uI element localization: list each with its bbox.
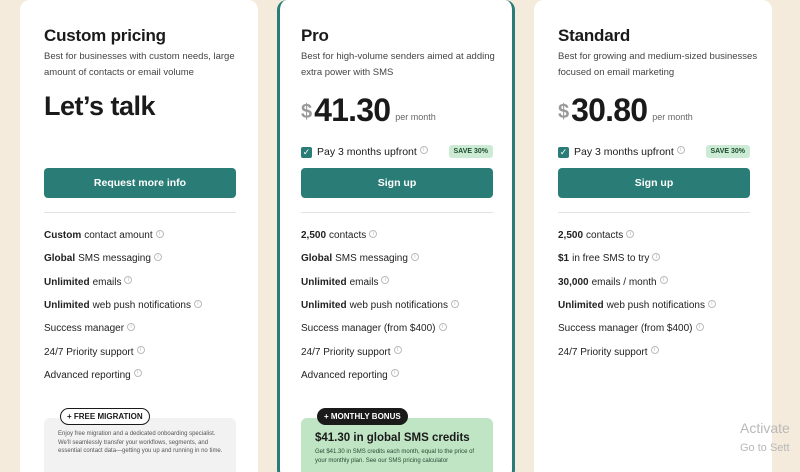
info-icon[interactable]: i (650, 346, 659, 355)
request-info-button[interactable]: Request more info (44, 168, 236, 198)
feature-list: 2,500 contacts i $1 in free SMS to try i 30,… (558, 224, 750, 364)
promo-text: Get $41.30 in SMS credits each month, eq… (315, 449, 475, 464)
info-icon[interactable]: i (127, 322, 136, 331)
currency-symbol: $ (301, 101, 313, 123)
plan-headline: Let’s talk (44, 91, 156, 121)
windows-watermark-subtitle: Go to Sett (740, 442, 790, 454)
feature-list: Custom contact amount i Global SMS messagin… (44, 224, 236, 387)
price-amount: 41.30 (314, 92, 391, 128)
feature-item: 24/7 Priority support i (558, 340, 750, 363)
info-icon[interactable]: i (652, 252, 661, 261)
feature-item: Success manager (from $400) i (558, 317, 750, 340)
plan-title: Standard (558, 26, 631, 45)
migration-promo: + FREE MIGRATION Enjoy free migration an… (44, 408, 236, 472)
plan-title: Pro (301, 26, 329, 45)
plan-description: Best for high-volume senders aimed at ad… (301, 51, 495, 78)
divider (301, 212, 493, 213)
divider (44, 212, 236, 213)
feature-item: Global SMS messaging i (44, 247, 236, 270)
info-icon[interactable]: i (419, 146, 428, 154)
plan-description: Best for businesses with custom needs, l… (44, 51, 235, 78)
feature-item: Custom contact amount i (44, 224, 236, 247)
price-period: per month (652, 112, 693, 122)
promo-heading: $41.30 in global SMS credits (315, 432, 470, 444)
info-icon[interactable]: i (153, 252, 162, 261)
feature-item: Unlimited web push notifications i (301, 294, 493, 317)
feature-item: 2,500 contacts i (558, 224, 750, 247)
currency-symbol: $ (558, 101, 570, 123)
feature-item: Unlimited web push notifications i (558, 294, 750, 317)
feature-item: Unlimited web push notifications i (44, 294, 236, 317)
upfront-toggle[interactable]: ✓ Pay 3 months upfront i SAVE 30% (301, 144, 493, 160)
info-icon[interactable]: i (133, 369, 142, 378)
upfront-toggle[interactable]: ✓ Pay 3 months upfront i SAVE 30% (558, 144, 750, 160)
info-icon[interactable]: i (136, 346, 145, 355)
plan-card-standard: Standard Best for growing and medium-siz… (534, 0, 772, 472)
plan-title: Custom pricing (44, 26, 166, 45)
checkbox-checked-icon[interactable]: ✓ (301, 146, 312, 158)
save-badge: SAVE 30% (705, 145, 750, 158)
feature-item: Advanced reporting i (301, 364, 493, 387)
info-icon[interactable]: i (707, 299, 716, 308)
signup-button-standard[interactable]: Sign up (558, 168, 750, 198)
plan-price: $ 41.30 per month (301, 93, 436, 127)
bonus-badge: + MONTHLY BONUS (317, 408, 408, 425)
info-icon[interactable]: i (124, 276, 133, 285)
plan-card-pro: Pro Best for high-volume senders aimed a… (277, 0, 515, 472)
plan-price: $ 30.80 per month (558, 93, 693, 127)
info-icon[interactable]: i (695, 322, 704, 331)
info-icon[interactable]: i (393, 346, 402, 355)
checkbox-checked-icon[interactable]: ✓ (558, 146, 569, 158)
feature-item: Advanced reporting i (44, 364, 236, 387)
price-period: per month (395, 112, 436, 122)
info-icon[interactable]: i (369, 229, 378, 238)
upfront-label: Pay 3 months upfront (574, 146, 674, 158)
plan-description: Best for growing and medium-sized busine… (558, 51, 758, 78)
feature-item: 24/7 Priority support i (301, 340, 493, 363)
info-icon[interactable]: i (450, 299, 459, 308)
bonus-promo: + MONTHLY BONUS $41.30 in global SMS cre… (301, 408, 493, 472)
info-icon[interactable]: i (626, 229, 635, 238)
info-icon[interactable]: i (410, 252, 419, 261)
info-icon[interactable]: i (659, 276, 668, 285)
save-badge: SAVE 30% (448, 145, 493, 158)
info-icon[interactable]: i (155, 229, 164, 238)
migration-badge: + FREE MIGRATION (60, 408, 150, 425)
feature-item: Success manager i (44, 317, 236, 340)
upfront-label: Pay 3 months upfront (317, 146, 417, 158)
feature-list: 2,500 contacts i Global SMS messaging i Unli… (301, 224, 493, 387)
info-icon[interactable]: i (390, 369, 399, 378)
feature-item: $1 in free SMS to try i (558, 247, 750, 270)
divider (558, 212, 750, 213)
info-icon[interactable]: i (193, 299, 202, 308)
signup-button-pro[interactable]: Sign up (301, 168, 493, 198)
promo-text: Enjoy free migration and a dedicated onb… (58, 431, 223, 454)
windows-watermark-title: Activate (740, 420, 790, 436)
price-amount: 30.80 (571, 92, 648, 128)
feature-item: Unlimited emails i (301, 271, 493, 294)
feature-item: Success manager (from $400) i (301, 317, 493, 340)
feature-item: Unlimited emails i (44, 271, 236, 294)
feature-item: 2,500 contacts i (301, 224, 493, 247)
feature-item: Global SMS messaging i (301, 247, 493, 270)
plan-card-custom: Custom pricing Best for businesses with … (20, 0, 258, 472)
info-icon[interactable]: i (381, 276, 390, 285)
feature-item: 24/7 Priority support i (44, 340, 236, 363)
feature-item: 30,000 emails / month i (558, 271, 750, 294)
info-icon[interactable]: i (676, 146, 685, 154)
info-icon[interactable]: i (438, 322, 447, 331)
